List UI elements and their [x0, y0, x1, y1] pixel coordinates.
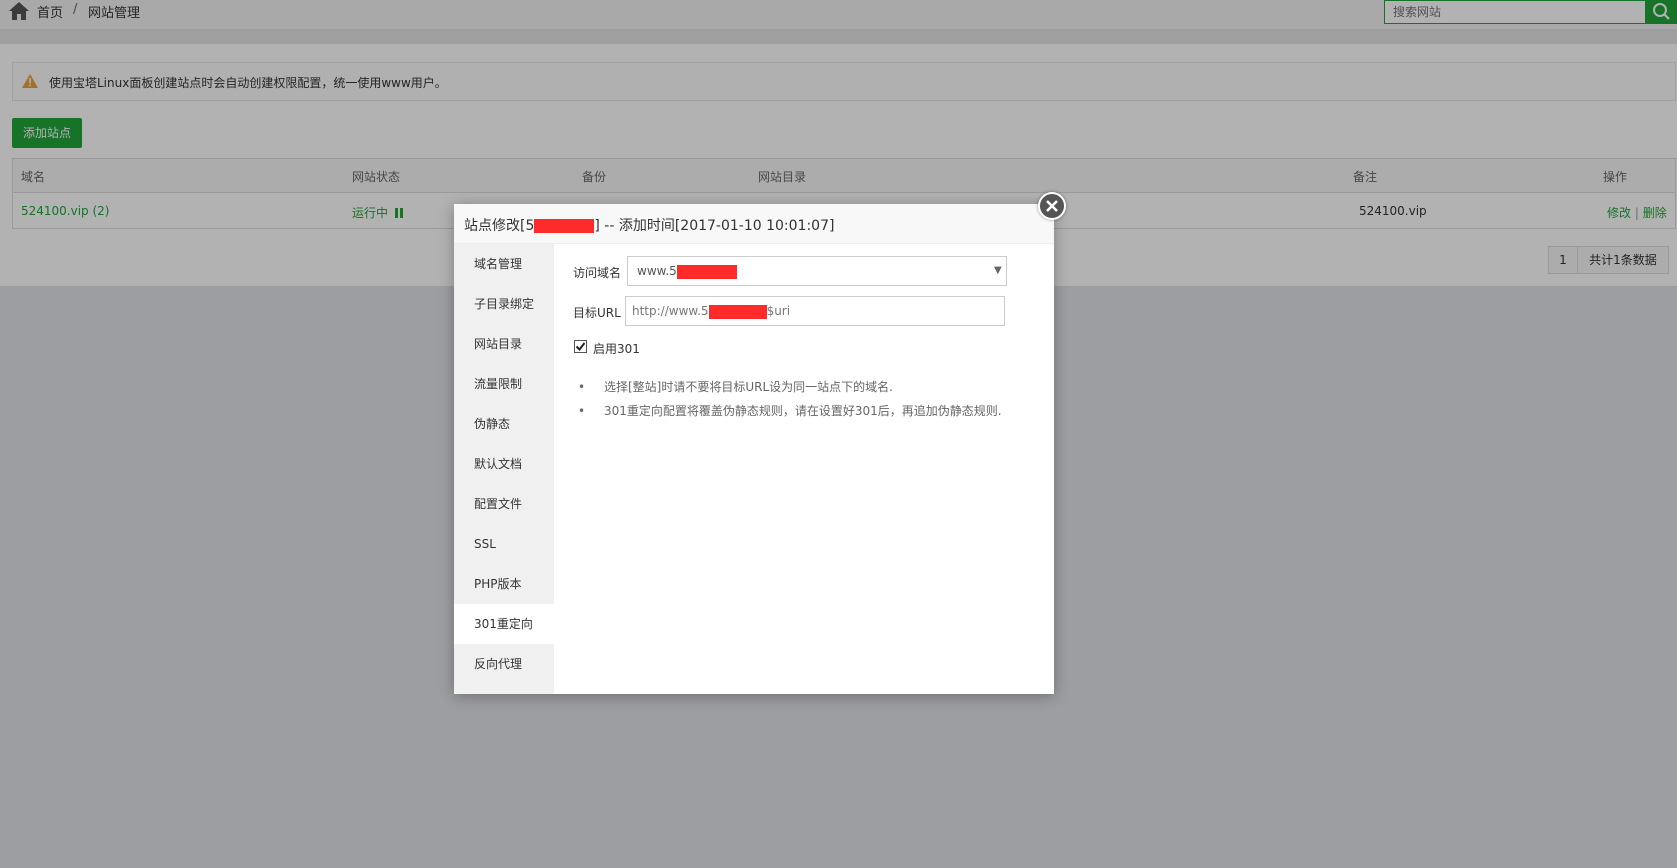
- redirect-panel: 访问域名 www.5 ▼ 目标URL http://www.5 $uri 启用30…: [554, 244, 1054, 694]
- modal-side-nav: 域名管理 子目录绑定 网站目录 流量限制 伪静态 默认文档 配置文件 SSL P…: [454, 244, 554, 694]
- redaction-mark: [676, 264, 737, 279]
- target-url-label: 目标URL: [573, 306, 621, 320]
- nav-php-version[interactable]: PHP版本: [454, 564, 554, 604]
- redirect-tips: • 选择[整站]时请不要将目标URL设为同一站点下的域名. • 301重定向配置将覆…: [574, 378, 1034, 426]
- checkmark-icon: [575, 342, 586, 352]
- nav-ssl[interactable]: SSL: [454, 524, 554, 564]
- target-url-input[interactable]: http://www.5 $uri: [625, 296, 1005, 326]
- nav-subdirectory-binding[interactable]: 子目录绑定: [454, 284, 554, 324]
- domain-select-value: www.5: [637, 264, 737, 279]
- tip-text: 301重定向配置将覆盖伪静态规则，请在设置好301后，再追加伪静态规则.: [604, 404, 1002, 418]
- site-edit-modal: 站点修改[5 ] -- 添加时间[2017-01-10 10:01:07] 域名管…: [454, 204, 1054, 694]
- domain-label: 访问域名: [573, 266, 622, 280]
- target-url-value: http://www.5 $uri: [632, 304, 790, 319]
- enable-301-checkbox[interactable]: [574, 340, 587, 353]
- modal-close-button[interactable]: [1038, 192, 1066, 220]
- target-url-prefix: http://www.5: [632, 304, 709, 318]
- close-icon: [1046, 200, 1058, 212]
- nav-config-file[interactable]: 配置文件: [454, 484, 554, 524]
- domain-value-text: www.5: [637, 264, 677, 278]
- redaction-mark: [708, 304, 767, 319]
- nav-reverse-proxy[interactable]: 反向代理: [454, 644, 554, 684]
- list-item: • 301重定向配置将覆盖伪静态规则，请在设置好301后，再追加伪静态规则.: [578, 404, 1002, 418]
- enable-301-label[interactable]: 启用301: [593, 340, 640, 357]
- list-item: • 选择[整站]时请不要将目标URL设为同一站点下的域名.: [578, 380, 893, 394]
- nav-domain-management[interactable]: 域名管理: [454, 244, 554, 284]
- nav-site-directory[interactable]: 网站目录: [454, 324, 554, 364]
- nav-rewrite[interactable]: 伪静态: [454, 404, 554, 444]
- nav-default-document[interactable]: 默认文档: [454, 444, 554, 484]
- target-url-suffix: $uri: [766, 304, 791, 318]
- nav-traffic-limit[interactable]: 流量限制: [454, 364, 554, 404]
- modal-title-prefix: 站点修改[5: [464, 218, 535, 234]
- modal-title-bar: 站点修改[5 ] -- 添加时间[2017-01-10 10:01:07]: [454, 204, 1054, 244]
- redaction-mark: [534, 219, 595, 233]
- domain-select[interactable]: www.5 ▼: [627, 256, 1007, 286]
- modal-title-suffix: ] -- 添加时间[2017-01-10 10:01:07]: [594, 218, 835, 234]
- chevron-down-icon: ▼: [994, 265, 1002, 276]
- tip-text: 选择[整站]时请不要将目标URL设为同一站点下的域名.: [604, 380, 893, 394]
- nav-301-redirect[interactable]: 301重定向: [454, 604, 554, 644]
- modal-title: 站点修改[5 ] -- 添加时间[2017-01-10 10:01:07]: [464, 215, 834, 235]
